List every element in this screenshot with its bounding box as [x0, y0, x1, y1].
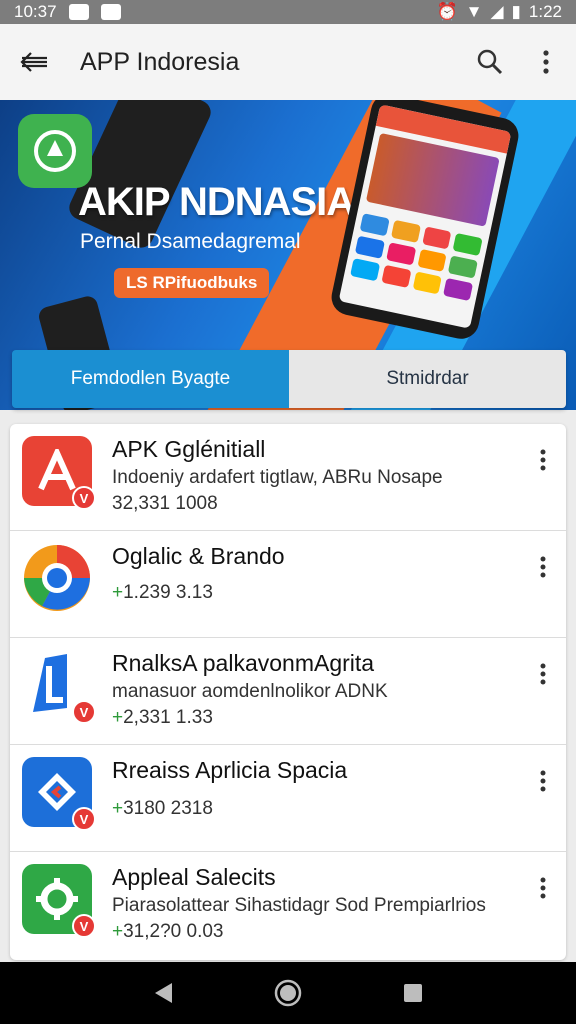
more-vert-icon — [540, 877, 546, 899]
app-meta: +31,2?0 0.03 — [112, 921, 224, 942]
list-item[interactable]: V Appleal Salecits Piarasolattear Sihast… — [10, 852, 566, 959]
item-more-button[interactable] — [528, 442, 558, 478]
status-bar: 10:37 ⏰ ▼ ◢ ▮ 1:22 — [0, 0, 576, 24]
item-more-button[interactable] — [528, 549, 558, 585]
app-title: Oglalic & Brando — [112, 543, 285, 569]
app-title: APK Gglénitiall — [112, 436, 266, 462]
more-vert-icon — [540, 556, 546, 578]
list-item[interactable]: V APK Gglénitiall Indoeniy ardafert tigt… — [10, 424, 566, 531]
app-icon: V — [22, 436, 96, 510]
badge-icon: V — [72, 486, 96, 510]
item-more-button[interactable] — [528, 763, 558, 799]
triangle-back-icon — [154, 983, 172, 1003]
list-item[interactable]: V RnalksA palkavonmAgrita manasuor aomde… — [10, 638, 566, 745]
badge-icon: V — [72, 914, 96, 938]
overflow-menu-button[interactable] — [522, 38, 570, 86]
alarm-icon: ⏰ — [436, 2, 458, 21]
search-button[interactable] — [466, 38, 514, 86]
item-more-button[interactable] — [528, 870, 558, 906]
arrow-left-icon — [20, 52, 47, 72]
app-title: Appleal Salecits — [112, 864, 276, 890]
app-icon: V — [22, 864, 96, 938]
tab-bar: Femdodlen Byagte Stmidrdar — [12, 350, 566, 408]
signal-icon: ◢ — [490, 2, 504, 21]
more-vert-icon — [540, 449, 546, 471]
app-meta: +2,331 1.33 — [112, 707, 213, 728]
app-description: manasuor aomdenlnolikor ADNK — [112, 681, 388, 702]
list-item[interactable]: Oglalic & Brando +1.239 3.13 — [10, 531, 566, 638]
status-time-left: 10:37 — [14, 2, 57, 21]
app-description: Indoeniy ardafert tigtlaw, ABRu Nosape — [112, 467, 443, 488]
badge-icon: V — [72, 700, 96, 724]
wifi-icon: ▼ — [465, 2, 483, 21]
search-icon — [477, 49, 503, 75]
nav-home-button[interactable] — [268, 973, 308, 1013]
banner-tagline: Pernal Dsamedagremal — [80, 230, 301, 253]
battery-icon: ▮ — [511, 2, 521, 21]
app-list: V APK Gglénitiall Indoeniy ardafert tigt… — [10, 424, 566, 960]
notification-icon — [68, 4, 89, 20]
item-more-button[interactable] — [528, 656, 558, 692]
page-title: APP Indoresia — [80, 47, 240, 76]
app-meta: 32,331 1008 — [112, 493, 218, 514]
banner-headline: AKIP NDNASIA — [78, 180, 355, 224]
nav-back-button[interactable] — [143, 973, 183, 1013]
square-recents-icon — [404, 984, 423, 1002]
banner-cta-button[interactable]: LS RPifuodbuks — [114, 268, 270, 298]
app-icon — [22, 543, 92, 613]
back-button[interactable] — [10, 38, 58, 86]
app-description: Piarasolattear Sihastidagr Sod Prempiarl… — [112, 895, 486, 916]
more-vert-icon — [540, 663, 546, 685]
list-item[interactable]: V Rreaiss Aprlicia Spacia +3180 2318 — [10, 745, 566, 852]
app-meta: +1.239 3.13 — [112, 582, 213, 603]
circle-home-icon — [274, 979, 302, 1007]
notification-icon-2 — [100, 4, 121, 20]
app-icon: V — [22, 757, 96, 831]
status-time-right: 1:22 — [528, 2, 562, 21]
app-icon: V — [22, 650, 96, 724]
system-nav-bar — [0, 962, 576, 1024]
app-meta: +3180 2318 — [112, 798, 213, 819]
app-title: RnalksA palkavonmAgrita — [112, 650, 375, 676]
more-vert-icon — [543, 50, 549, 74]
badge-icon: V — [72, 807, 96, 831]
app-title: Rreaiss Aprlicia Spacia — [112, 757, 348, 783]
tab-featured[interactable]: Femdodlen Byagte — [12, 350, 289, 408]
brand-logo-icon — [18, 114, 92, 188]
nav-recents-button[interactable] — [393, 973, 433, 1013]
tab-standard[interactable]: Stmidrdar — [289, 350, 566, 408]
more-vert-icon — [540, 770, 546, 792]
app-bar: APP Indoresia — [0, 24, 576, 100]
